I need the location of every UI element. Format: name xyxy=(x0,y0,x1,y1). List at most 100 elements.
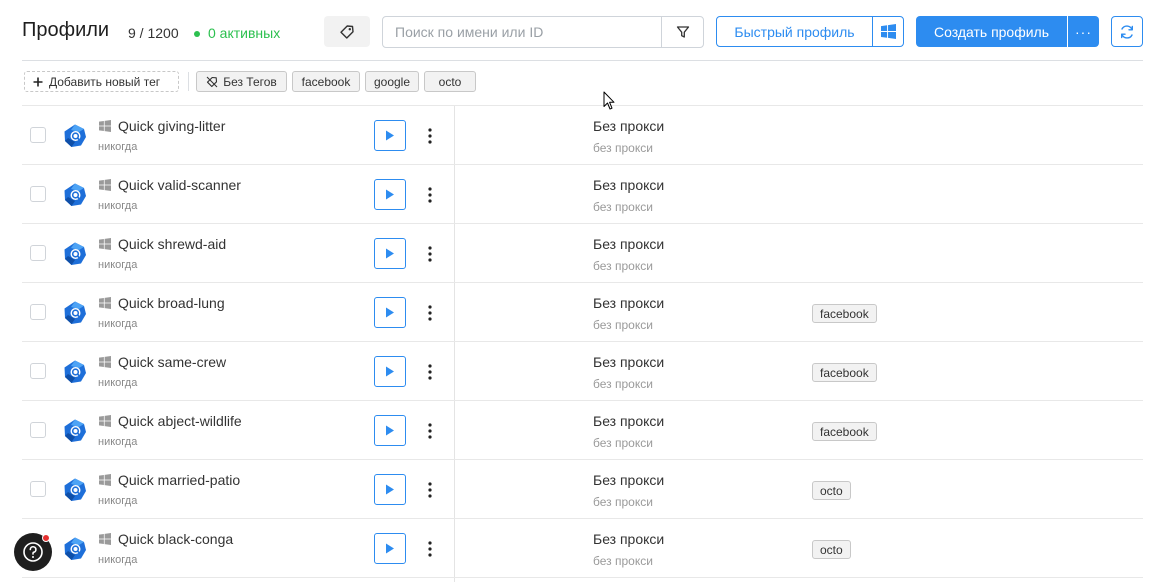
tag-chip-label: Без Тегов xyxy=(223,74,277,89)
row-menu-button[interactable] xyxy=(422,179,438,210)
kebab-icon xyxy=(428,304,432,321)
profile-name[interactable]: Quick same-crew xyxy=(118,354,226,370)
filter-icon xyxy=(676,26,689,38)
active-count: 0 активных xyxy=(208,25,281,41)
refresh-button[interactable] xyxy=(1111,16,1143,47)
header-divider xyxy=(22,60,1143,61)
windows-icon xyxy=(99,356,111,368)
row-tag-chip[interactable]: facebook xyxy=(812,304,877,323)
row-menu-button[interactable] xyxy=(422,120,438,151)
row-menu-button[interactable] xyxy=(422,533,438,564)
proxy-details: без прокси xyxy=(593,259,653,273)
start-profile-button[interactable] xyxy=(374,179,406,210)
table-row[interactable]: Quick abject-wildlife никогда Без прокси… xyxy=(22,401,1143,460)
profile-last-launch: никогда xyxy=(98,318,138,330)
browser-icon xyxy=(64,360,86,383)
tag-chip-google[interactable]: google xyxy=(365,71,419,92)
row-checkbox[interactable] xyxy=(30,363,46,379)
windows-icon xyxy=(99,415,111,427)
search-input[interactable] xyxy=(383,17,661,47)
table-row[interactable]: Quick giving-litter никогда Без прокси б… xyxy=(22,106,1143,165)
table-row[interactable]: Quick married-patio никогда Без прокси б… xyxy=(22,460,1143,519)
start-profile-button[interactable] xyxy=(374,474,406,505)
row-checkbox[interactable] xyxy=(30,127,46,143)
profile-name[interactable]: Quick abject-wildlife xyxy=(118,413,242,429)
browser-icon xyxy=(64,242,86,265)
kebab-icon xyxy=(428,481,432,498)
windows-icon xyxy=(99,297,111,309)
notification-dot xyxy=(42,534,50,542)
row-checkbox[interactable] xyxy=(30,481,46,497)
play-icon xyxy=(386,425,394,436)
proxy-name: Без прокси xyxy=(593,177,665,193)
filter-button[interactable] xyxy=(661,17,703,47)
add-tag-button[interactable]: Добавить новый тег xyxy=(24,71,179,92)
proxy-details: без прокси xyxy=(593,377,653,391)
browser-icon xyxy=(64,301,86,324)
table-row[interactable]: Quick same-crew никогда Без прокси без п… xyxy=(22,342,1143,401)
table-row[interactable]: Quick black-conga никогда Без прокси без… xyxy=(22,519,1143,578)
create-profile-button[interactable]: Создать профиль xyxy=(916,16,1067,47)
tag-off-icon xyxy=(206,76,218,87)
tag-chip-facebook[interactable]: facebook xyxy=(292,71,360,92)
profile-name[interactable]: Quick black-conga xyxy=(118,531,233,547)
quick-profile-os-button[interactable] xyxy=(872,16,904,47)
start-profile-button[interactable] xyxy=(374,120,406,151)
proxy-name: Без прокси xyxy=(593,413,665,429)
create-profile-more-button[interactable]: ··· xyxy=(1068,16,1099,47)
row-tag-chip[interactable]: facebook xyxy=(812,363,877,382)
profile-name[interactable]: Quick valid-scanner xyxy=(118,177,241,193)
play-icon xyxy=(386,366,394,377)
quick-profile-button[interactable]: Быстрый профиль xyxy=(716,16,873,47)
tag-filter-button[interactable] xyxy=(324,16,370,47)
start-profile-button[interactable] xyxy=(374,415,406,446)
row-checkbox[interactable] xyxy=(30,186,46,202)
windows-icon xyxy=(99,179,111,191)
row-tag-chip[interactable]: facebook xyxy=(812,422,877,441)
row-checkbox[interactable] xyxy=(30,245,46,261)
windows-icon xyxy=(99,474,111,486)
refresh-icon xyxy=(1121,24,1133,39)
proxy-details: без прокси xyxy=(593,200,653,214)
profile-name[interactable]: Quick broad-lung xyxy=(118,295,225,311)
start-profile-button[interactable] xyxy=(374,533,406,564)
tag-icon xyxy=(340,24,354,39)
row-menu-button[interactable] xyxy=(422,474,438,505)
profile-name[interactable]: Quick giving-litter xyxy=(118,118,225,134)
windows-icon xyxy=(99,533,111,545)
profile-name[interactable]: Quick married-patio xyxy=(118,472,240,488)
row-checkbox[interactable] xyxy=(30,304,46,320)
row-tag-chip[interactable]: octo xyxy=(812,540,851,559)
row-menu-button[interactable] xyxy=(422,297,438,328)
profile-last-launch: никогда xyxy=(98,377,138,389)
profile-last-launch: никогда xyxy=(98,200,138,212)
start-profile-button[interactable] xyxy=(374,297,406,328)
row-checkbox[interactable] xyxy=(30,422,46,438)
mouse-cursor-icon xyxy=(603,91,615,110)
proxy-details: без прокси xyxy=(593,495,653,509)
windows-icon xyxy=(880,24,896,39)
tag-bar: Добавить новый тег Без Тегов facebook go… xyxy=(24,71,1124,92)
row-menu-button[interactable] xyxy=(422,356,438,387)
table-row[interactable]: Quick valid-scanner никогда Без прокси б… xyxy=(22,165,1143,224)
start-profile-button[interactable] xyxy=(374,238,406,269)
proxy-name: Без прокси xyxy=(593,295,665,311)
proxy-name: Без прокси xyxy=(593,472,665,488)
proxy-name: Без прокси xyxy=(593,118,665,134)
help-icon xyxy=(23,542,43,562)
tag-chip-no-tags[interactable]: Без Тегов xyxy=(196,71,287,92)
row-tag-chip[interactable]: octo xyxy=(812,481,851,500)
browser-icon xyxy=(64,124,86,147)
row-menu-button[interactable] xyxy=(422,415,438,446)
kebab-icon xyxy=(428,363,432,380)
row-menu-button[interactable] xyxy=(422,238,438,269)
table-row[interactable]: Quick shrewd-aid никогда Без прокси без … xyxy=(22,224,1143,283)
proxy-name: Без прокси xyxy=(593,354,665,370)
proxy-details: без прокси xyxy=(593,436,653,450)
profile-name[interactable]: Quick shrewd-aid xyxy=(118,236,226,252)
start-profile-button[interactable] xyxy=(374,356,406,387)
proxy-name: Без прокси xyxy=(593,236,665,252)
proxy-details: без прокси xyxy=(593,554,653,568)
tag-chip-octo[interactable]: octo xyxy=(424,71,476,92)
table-row[interactable]: Quick broad-lung никогда Без прокси без … xyxy=(22,283,1143,342)
